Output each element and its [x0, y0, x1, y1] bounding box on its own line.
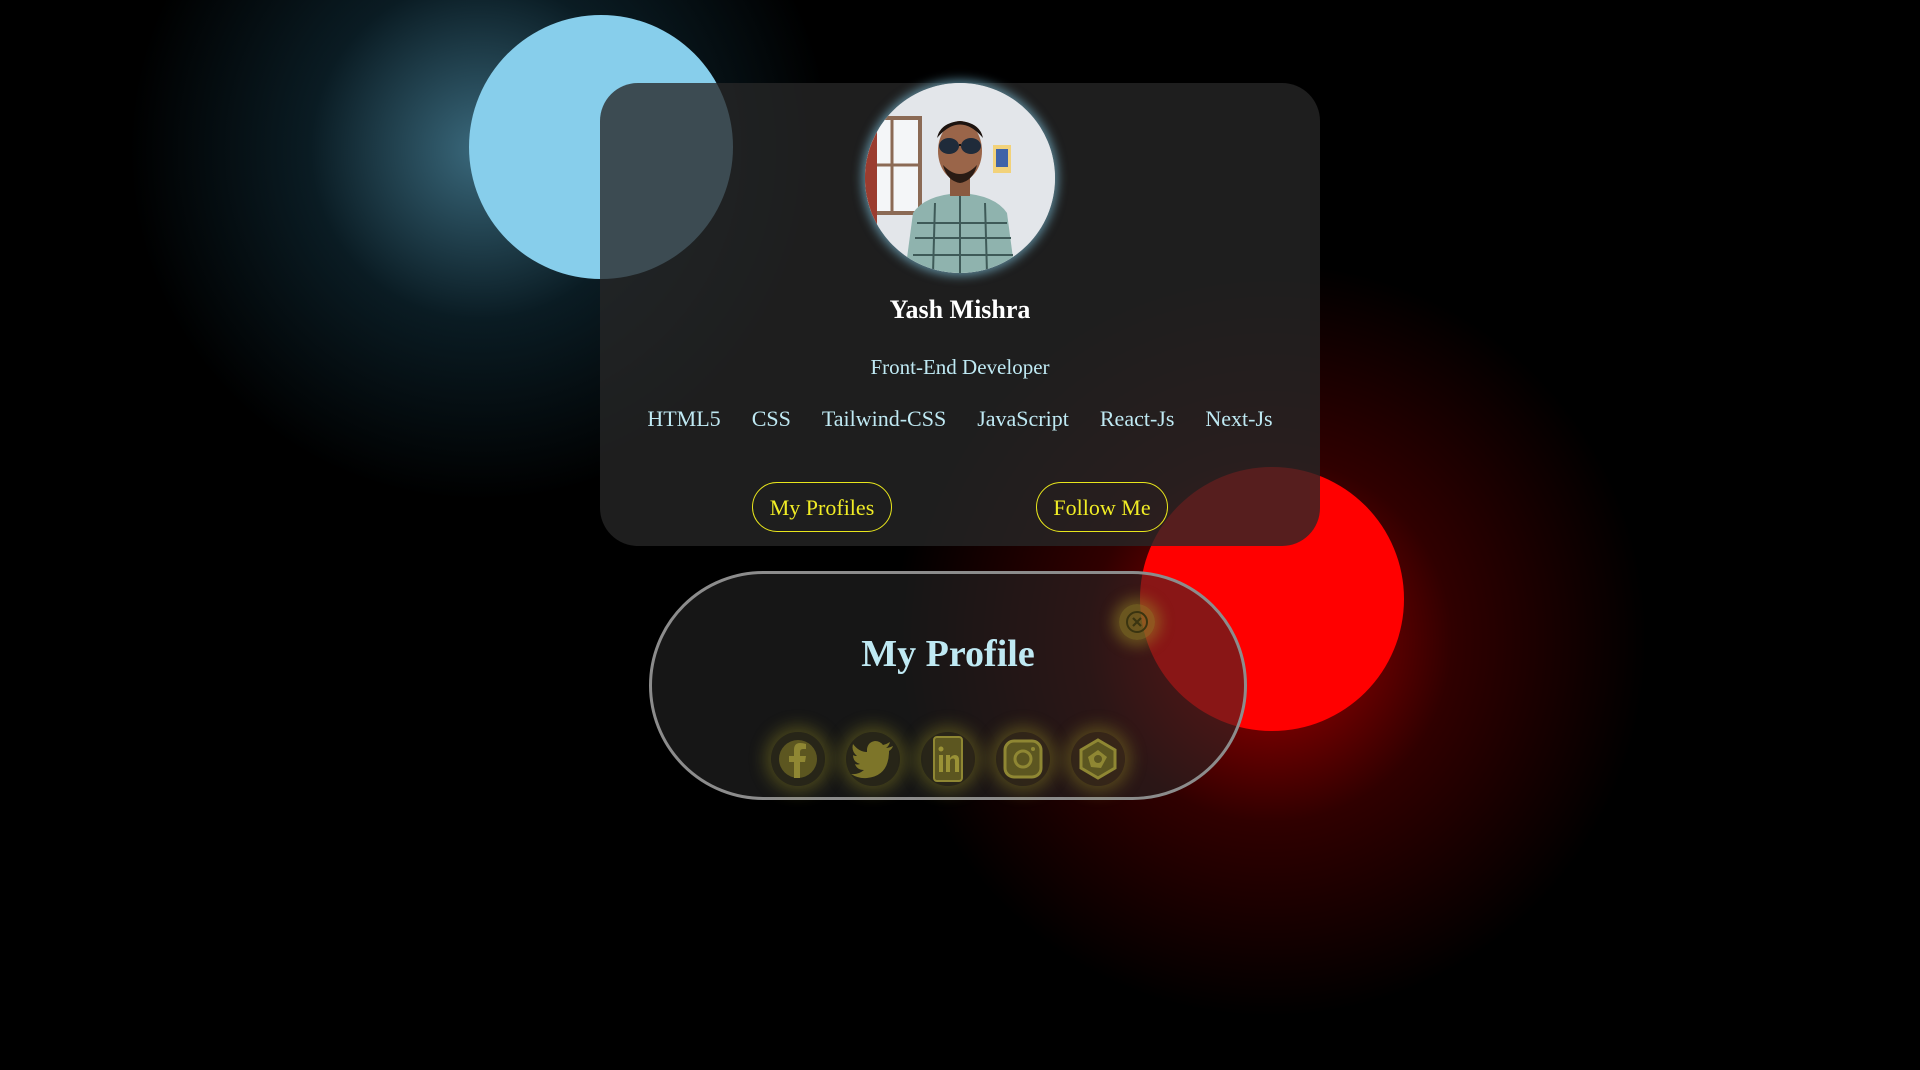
profile-name: Yash Mishra [889, 295, 1031, 324]
facebook-icon[interactable] [771, 732, 825, 786]
avatar [865, 83, 1055, 273]
skill-item: Next-Js [1205, 406, 1273, 431]
skill-item: HTML5 [647, 406, 721, 431]
skill-item: JavaScript [977, 406, 1069, 431]
linkedin-icon[interactable] [921, 732, 975, 786]
skill-item: Tailwind-CSS [821, 406, 947, 431]
codepen-icon[interactable] [1071, 732, 1125, 786]
profile-card: Yash Mishra Front-End Developer HTML5 CS… [600, 83, 1320, 546]
twitter-icon[interactable] [846, 732, 900, 786]
social-links [652, 732, 1244, 786]
follow-me-button[interactable]: Follow Me [1036, 482, 1168, 532]
panel-title: My Profile [861, 633, 1035, 675]
skills-list: HTML5 CSS Tailwind-CSS JavaScript React-… [600, 406, 1320, 432]
my-profiles-button[interactable]: My Profiles [752, 482, 892, 532]
profile-links-panel: My Profile [649, 571, 1247, 800]
profile-role: Front-End Developer [870, 355, 1050, 379]
instagram-icon[interactable] [996, 732, 1050, 786]
skill-item: React-Js [1099, 406, 1175, 431]
skill-item: CSS [751, 406, 791, 431]
